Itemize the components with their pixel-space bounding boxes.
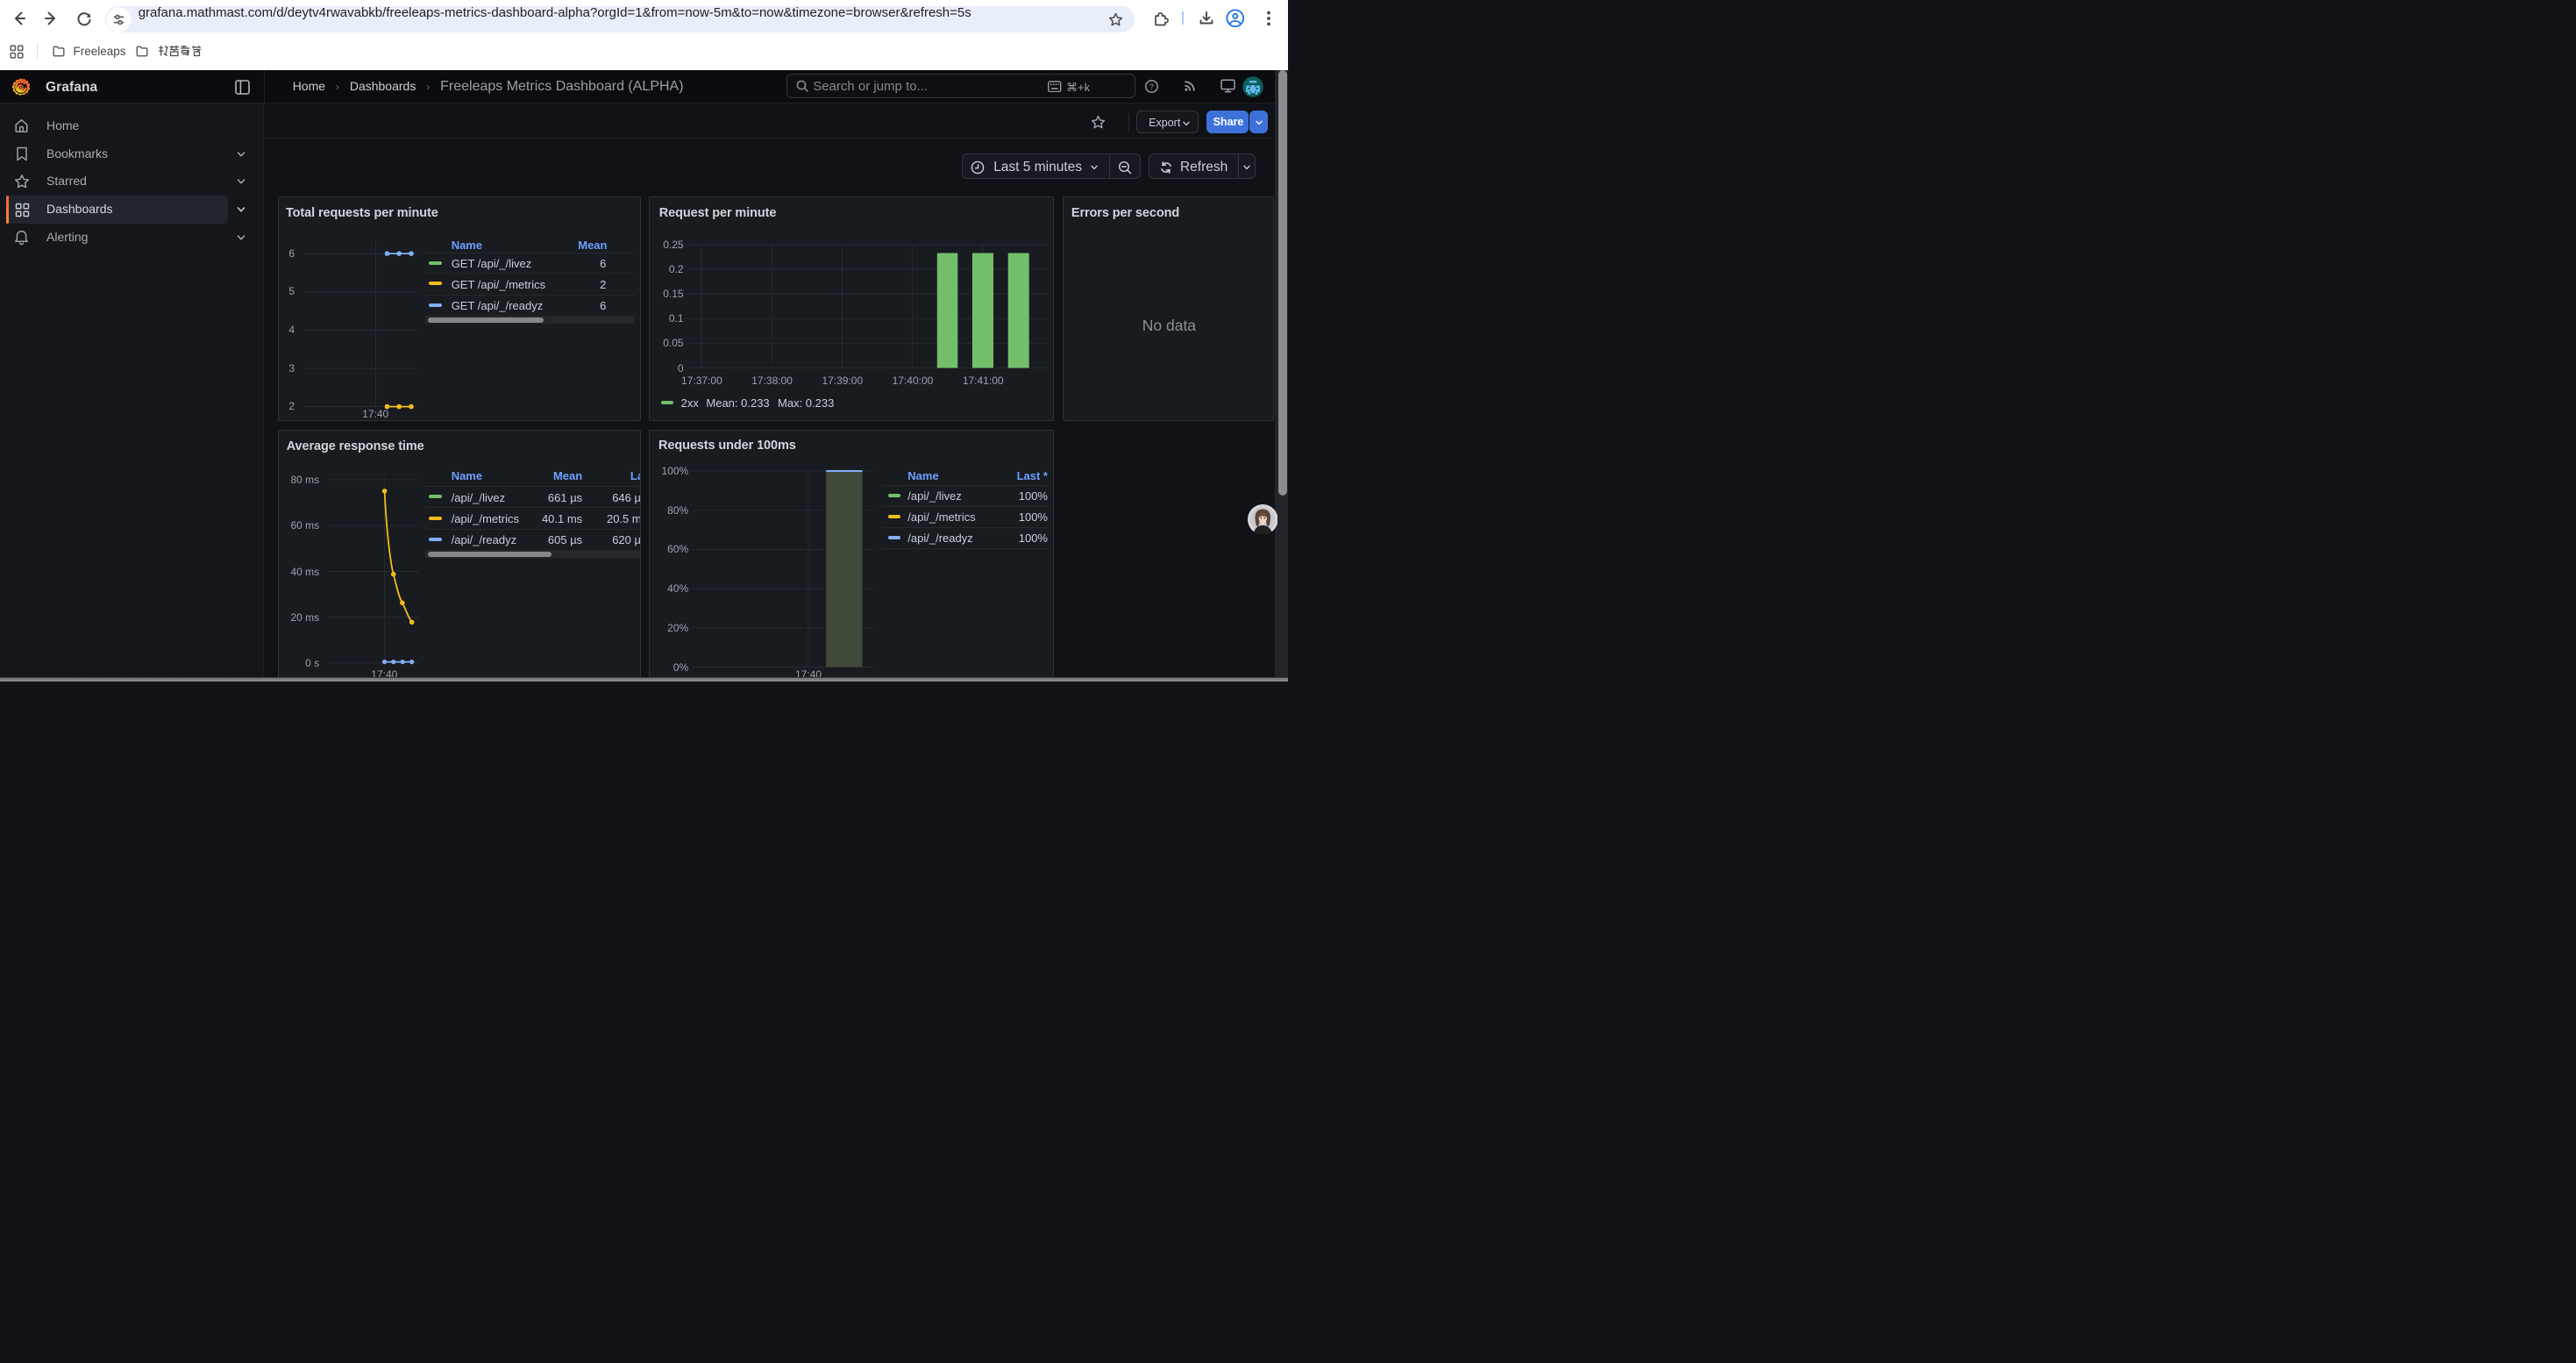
svg-text:?: ?	[1149, 82, 1154, 91]
